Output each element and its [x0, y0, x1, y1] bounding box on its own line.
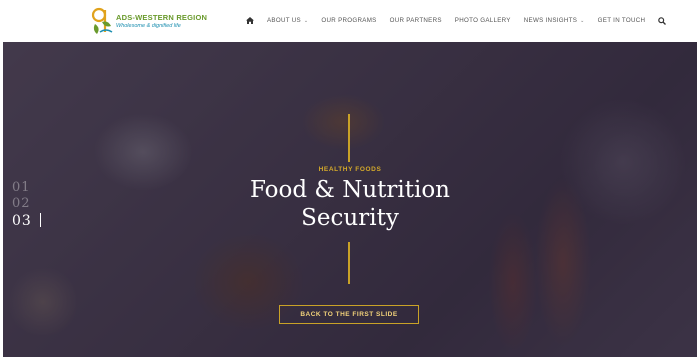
chevron-down-icon: ⌄ [303, 17, 309, 24]
nav-our-partners[interactable]: OUR PARTNERS [390, 17, 442, 24]
nav-get-in-touch-label: GET IN TOUCH [597, 17, 646, 24]
nav-get-in-touch[interactable]: GET IN TOUCH [598, 17, 646, 24]
nav-our-partners-label: OUR PARTNERS [389, 17, 442, 24]
hero-title: Food & Nutrition Security [3, 176, 697, 232]
site-logo[interactable]: ADS-WESTERN REGION Wholesome & dignified… [88, 4, 228, 38]
nav-news-insights-label: NEWS INSIGHTS [523, 17, 578, 24]
nav-about-us[interactable]: ABOUT US ⌄ [267, 17, 308, 24]
logo-tagline: Wholesome & dignified life [116, 23, 181, 29]
chevron-down-icon: ⌄ [580, 17, 585, 24]
main-navigation: ABOUT US ⌄ OUR PROGRAMS OUR PARTNERS PHO… [246, 0, 679, 41]
nav-photo-gallery-label: PHOTO GALLERY [454, 17, 511, 24]
back-to-first-slide-button[interactable]: BACK TO THE FIRST SLIDE [279, 305, 419, 324]
logo-title: ADS-WESTERN REGION [116, 13, 208, 22]
search-icon[interactable] [658, 16, 667, 25]
hero-eyebrow: HEALTHY FOODS [318, 166, 382, 173]
site-header: ADS-WESTERN REGION Wholesome & dignified… [0, 0, 700, 41]
nav-our-programs-label: OUR PROGRAMS [321, 17, 377, 24]
home-icon[interactable] [246, 17, 254, 24]
decorative-line-bottom [348, 242, 350, 284]
nav-about-us-label: ABOUT US [267, 17, 301, 24]
decorative-line-top [348, 114, 350, 162]
nav-photo-gallery[interactable]: PHOTO GALLERY [455, 17, 511, 24]
nav-news-insights[interactable]: NEWS INSIGHTS ⌄ [524, 17, 585, 24]
hero-title-line-1: Food & Nutrition [249, 177, 450, 203]
hero-title-line-2: Security [301, 205, 399, 231]
hero-slider: 01 02 03 HEALTHY FOODS Food & Nutrition … [3, 42, 697, 357]
nav-our-programs[interactable]: OUR PROGRAMS [321, 17, 376, 24]
